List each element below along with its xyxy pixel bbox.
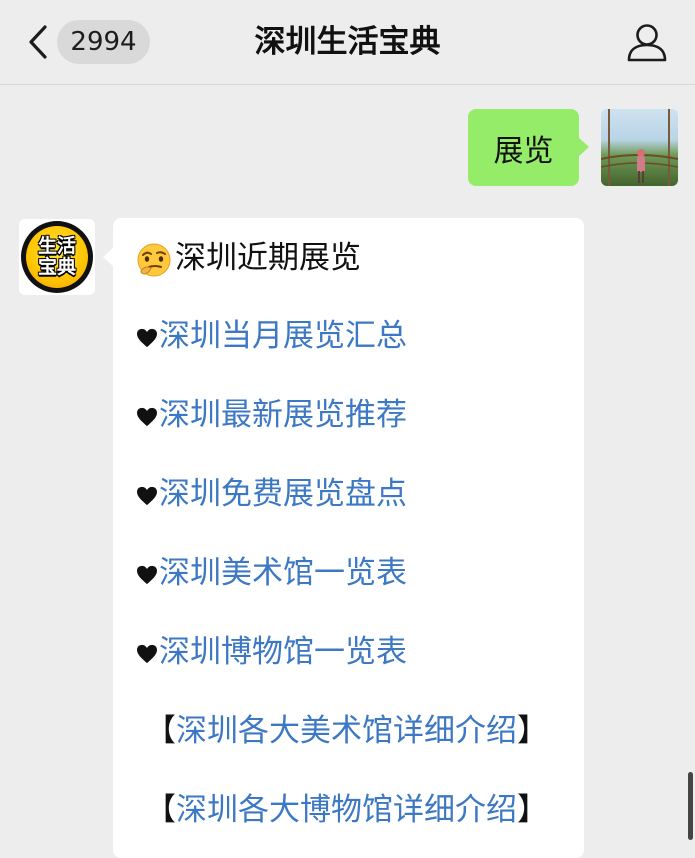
bracket-open: 【 bbox=[145, 713, 176, 749]
list-item[interactable]: 【深圳各大美术馆详细介绍】 bbox=[145, 711, 548, 751]
bracket-open: 【 bbox=[145, 792, 176, 828]
scrollbar[interactable] bbox=[688, 772, 693, 840]
logo-text-line2: 宝典 bbox=[37, 256, 76, 278]
thinking-face-icon bbox=[137, 243, 171, 276]
outgoing-message-text: 展览 bbox=[493, 133, 554, 169]
message-heading: 深圳近期展览 bbox=[135, 238, 361, 279]
logo-text-line1: 生活 bbox=[37, 235, 76, 257]
list-item[interactable]: 深圳最新展览推荐 bbox=[135, 395, 407, 435]
black-heart-icon bbox=[137, 486, 157, 505]
list-item[interactable]: 深圳免费展览盘点 bbox=[135, 474, 407, 514]
heading-text: 深圳近期展览 bbox=[175, 240, 361, 276]
user-avatar[interactable] bbox=[601, 109, 678, 186]
nav-bar: 2994 深圳生活宝典 bbox=[0, 0, 695, 85]
user-photo bbox=[601, 109, 678, 186]
black-heart-icon bbox=[137, 644, 157, 663]
incoming-message-bubble: 深圳近期展览 深圳当月展览汇总 深圳最新展览推荐 深圳免费展览盘点 深圳美术馆一… bbox=[103, 218, 584, 858]
list-item[interactable]: 深圳博物馆一览表 bbox=[135, 632, 407, 672]
list-item[interactable]: 深圳当月展览汇总 bbox=[135, 316, 407, 356]
link-museums-details[interactable]: 深圳各大博物馆详细介绍 bbox=[176, 792, 517, 828]
person-icon bbox=[627, 24, 667, 62]
bracket-close: 】 bbox=[517, 713, 548, 749]
list-item[interactable]: 【深圳各大博物馆详细介绍】 bbox=[145, 790, 548, 830]
black-heart-icon bbox=[137, 407, 157, 426]
black-heart-icon bbox=[137, 565, 157, 584]
link-latest-exhibitions[interactable]: 深圳最新展览推荐 bbox=[159, 397, 407, 433]
account-avatar[interactable]: 生活 宝典 bbox=[19, 219, 95, 295]
list-item[interactable]: 深圳美术馆一览表 bbox=[135, 553, 407, 593]
black-heart-icon bbox=[137, 328, 157, 347]
link-museums-list[interactable]: 深圳博物馆一览表 bbox=[159, 634, 407, 670]
link-art-museums-details[interactable]: 深圳各大美术馆详细介绍 bbox=[176, 713, 517, 749]
account-logo: 生活 宝典 bbox=[21, 221, 93, 293]
outgoing-message-bubble[interactable]: 展览 bbox=[468, 109, 589, 186]
link-free-exhibitions[interactable]: 深圳免费展览盘点 bbox=[159, 476, 407, 512]
link-monthly-exhibitions[interactable]: 深圳当月展览汇总 bbox=[159, 318, 407, 354]
profile-button[interactable] bbox=[626, 23, 668, 63]
page-title: 深圳生活宝典 bbox=[254, 24, 441, 60]
link-art-museums-list[interactable]: 深圳美术馆一览表 bbox=[159, 555, 407, 591]
bracket-close: 】 bbox=[517, 792, 548, 828]
